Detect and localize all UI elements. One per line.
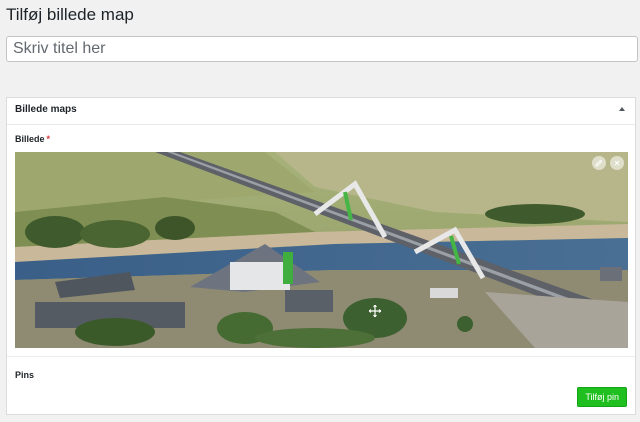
metabox-header[interactable]: Billede maps (7, 98, 635, 125)
required-marker: * (46, 134, 51, 144)
add-pin-button[interactable]: Tilføj pin (577, 387, 627, 407)
pins-divider (7, 356, 635, 357)
page-title: Tilføj billede map (6, 5, 134, 24)
image-field-label: Billede * (15, 134, 50, 144)
aerial-bridge-photo (15, 152, 628, 348)
close-icon (614, 160, 620, 166)
metabox-title: Billede maps (15, 104, 77, 115)
image-label-text: Billede (15, 134, 45, 144)
remove-image-button[interactable] (610, 156, 624, 170)
move-cursor-icon (369, 305, 381, 317)
collapse-arrow-icon[interactable] (619, 107, 625, 111)
edit-image-button[interactable] (592, 156, 606, 170)
image-preview[interactable] (15, 152, 628, 348)
pencil-icon (595, 159, 603, 167)
image-maps-metabox: Billede maps Billede * Pins Tilføj pin (6, 97, 636, 415)
title-input[interactable] (6, 36, 638, 62)
pins-label: Pins (15, 370, 35, 380)
